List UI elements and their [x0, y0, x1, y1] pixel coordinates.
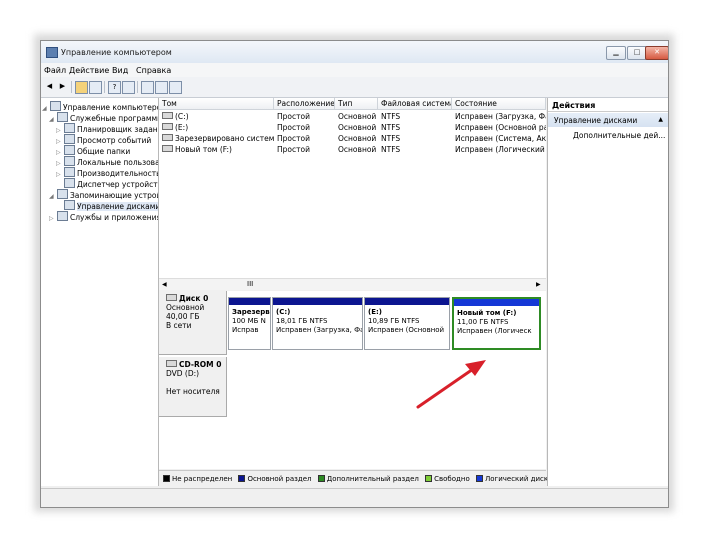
annotation-arrow-icon — [416, 360, 486, 409]
